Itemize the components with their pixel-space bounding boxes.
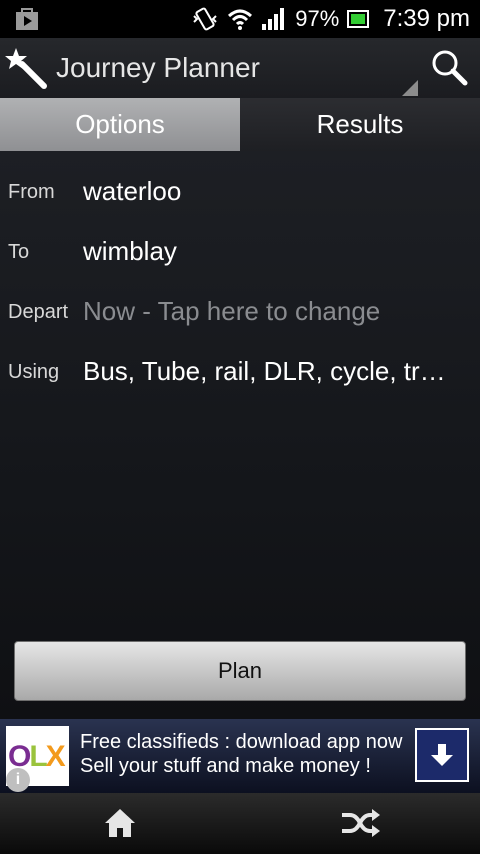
using-row[interactable]: Using Bus, Tube, rail, DLR, cycle, tram,… [0, 353, 480, 393]
wifi-icon [228, 9, 253, 30]
depart-label: Depart [8, 301, 69, 323]
magic-wand-icon[interactable] [4, 46, 48, 90]
home-icon[interactable] [104, 807, 136, 839]
depart-row[interactable]: Depart Now - Tap here to change [0, 293, 480, 333]
search-icon[interactable] [430, 48, 468, 86]
tab-bar: Options Results [0, 98, 480, 151]
signal-icon [262, 8, 285, 30]
tab-results[interactable]: Results [240, 98, 480, 151]
to-label: To [8, 241, 30, 263]
ad-info-icon[interactable]: i [6, 768, 30, 792]
from-label: From [8, 181, 55, 203]
ad-banner[interactable]: OLX i Free classifieds : download app no… [0, 719, 480, 793]
to-row[interactable]: To wimblay [0, 233, 480, 273]
using-field[interactable]: Bus, Tube, rail, DLR, cycle, tram, river [83, 356, 458, 387]
ad-subline: Sell your stuff and make money ! [80, 755, 371, 777]
to-field[interactable]: wimblay [83, 236, 458, 267]
spinner-corner-icon [402, 80, 418, 96]
journey-form: From waterloo To wimblay Depart Now - Ta… [0, 151, 480, 719]
bottom-nav-bar [0, 793, 480, 854]
ad-headline: Free classifieds : download app now [80, 731, 403, 753]
using-label: Using [8, 361, 60, 383]
plan-button[interactable]: Plan [14, 641, 466, 701]
shuffle-icon[interactable] [340, 807, 380, 839]
tab-options[interactable]: Options [0, 98, 240, 151]
store-icon [16, 8, 38, 30]
from-field[interactable]: waterloo [83, 176, 458, 207]
status-bar: 97% 7:39 pm [0, 0, 480, 38]
from-row[interactable]: From waterloo [0, 173, 480, 213]
vibrate-icon [193, 7, 217, 31]
battery-icon [347, 10, 370, 28]
download-arrow-icon [431, 744, 453, 766]
ad-download-button[interactable] [415, 728, 469, 782]
clock: 7:39 pm [383, 5, 470, 32]
depart-field[interactable]: Now - Tap here to change [83, 296, 458, 327]
app-title: Journey Planner [56, 52, 260, 83]
battery-percent: 97% [295, 6, 340, 31]
